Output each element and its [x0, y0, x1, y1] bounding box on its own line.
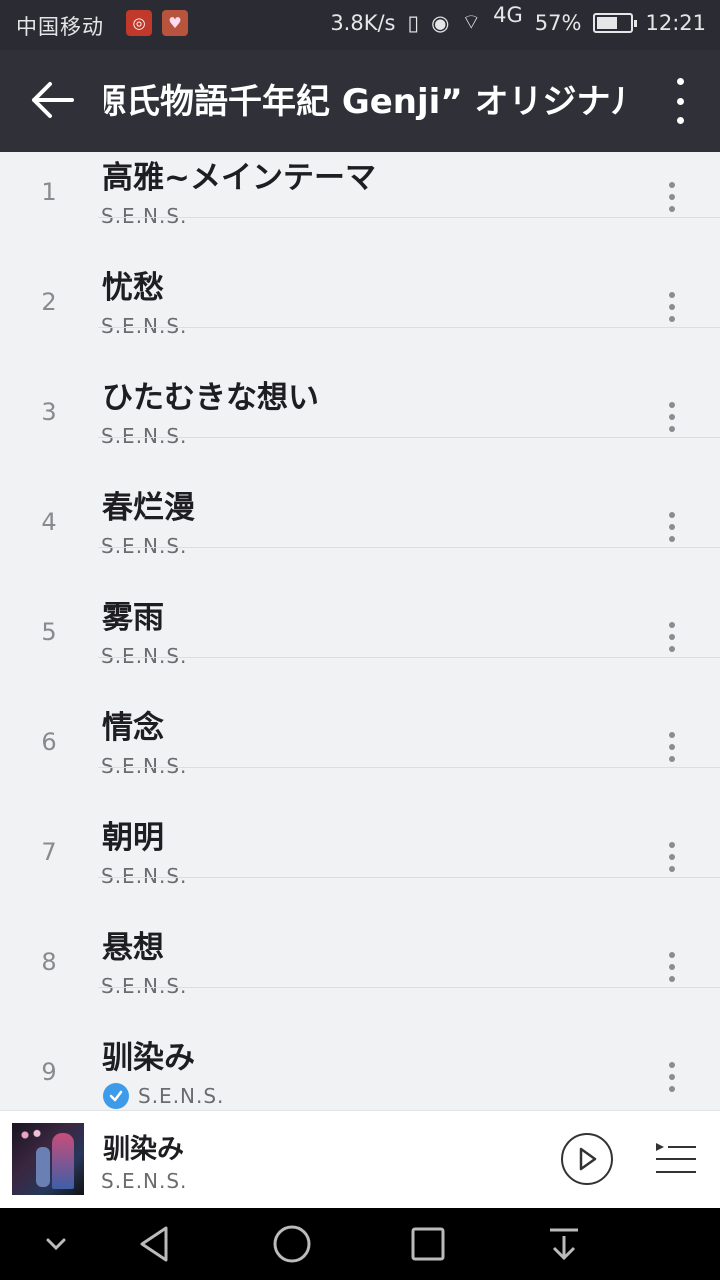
battery-percent: 57%: [534, 11, 582, 35]
playlist-queue-button[interactable]: [654, 1141, 698, 1177]
status-indicators: 3.8K/s ▯ ◉ ⌔ 4G 57% 12:21: [330, 3, 706, 36]
more-vert-icon: [669, 732, 675, 738]
battery-icon: [593, 13, 638, 33]
track-row[interactable]: 1 高雅~メインテーマ S.E.N.S.: [0, 152, 720, 228]
queue-icon: [656, 1143, 696, 1173]
track-row[interactable]: 6 情念 S.E.N.S.: [0, 658, 720, 778]
track-title: 悬想: [102, 930, 164, 966]
network-speed: 3.8K/s: [330, 11, 396, 35]
track-more-button[interactable]: [664, 732, 680, 762]
nav-back-button[interactable]: [134, 1222, 178, 1266]
track-number: 5: [41, 618, 57, 646]
more-vert-icon: [669, 182, 675, 188]
track-more-button[interactable]: [664, 182, 680, 212]
track-title: 高雅~メインテーマ: [102, 160, 376, 196]
track-number: 9: [41, 1058, 57, 1086]
track-more-button[interactable]: [664, 842, 680, 872]
track-list[interactable]: 1 高雅~メインテーマ S.E.N.S. 2 忧愁 S.E.N.S. 3 ひたむきな想い S.E…: [0, 152, 720, 1110]
clock: 12:21: [645, 11, 706, 35]
hide-nav-button[interactable]: [34, 1222, 78, 1266]
track-more-button[interactable]: [664, 1062, 680, 1092]
status-bar: 中国移动 ◎ ♥ 3.8K/s ▯ ◉ ⌔ 4G 57% 12:21: [0, 0, 720, 50]
track-number: 6: [41, 728, 57, 756]
track-row[interactable]: 3 ひたむきな想い S.E.N.S.: [0, 328, 720, 448]
track-row[interactable]: 9 驯染み S.E.N.S.: [0, 988, 720, 1109]
music-app-notification-icon: ◎: [126, 10, 152, 36]
album-title-text: 源氏物語千年紀 Genji” オリジナル・サウンドトラック: [104, 82, 624, 122]
track-title: 忧愁: [102, 270, 164, 306]
arrow-left-icon: [32, 82, 74, 118]
track-row[interactable]: 5 雾雨 S.E.N.S.: [0, 548, 720, 668]
track-number: 4: [41, 508, 57, 536]
track-artist: S.E.N.S.: [138, 1084, 225, 1108]
nav-recents-button[interactable]: [406, 1222, 450, 1266]
track-more-button[interactable]: [664, 622, 680, 652]
album-title: 源氏物語千年紀 Genji” オリジナル・サウンドトラック: [104, 76, 624, 128]
track-more-button[interactable]: [664, 952, 680, 982]
play-button[interactable]: [561, 1133, 613, 1185]
eye-icon: ◉: [431, 11, 450, 35]
more-vert-icon: [669, 292, 675, 298]
carrier-label: 中国移动: [16, 15, 104, 39]
track-row[interactable]: 7 朝明 S.E.N.S.: [0, 768, 720, 888]
back-button[interactable]: [30, 80, 78, 122]
wifi-icon: ⌔: [461, 10, 482, 34]
overflow-menu-button[interactable]: [670, 78, 690, 124]
vibrate-icon: ▯: [407, 11, 420, 35]
track-title: 雾雨: [102, 600, 164, 636]
signal-icon: 4G: [493, 3, 523, 27]
track-number: 3: [41, 398, 57, 426]
track-title: ひたむきな想い: [102, 380, 319, 416]
circle-home-icon: [273, 1225, 311, 1263]
triangle-back-icon: [140, 1226, 168, 1262]
heart-app-notification-icon: ♥: [162, 10, 188, 36]
track-more-button[interactable]: [664, 292, 680, 322]
more-vert-icon: [676, 78, 684, 85]
track-title: 春烂漫: [102, 490, 195, 526]
now-playing-title: 驯染み: [103, 1134, 184, 1165]
more-vert-icon: [669, 622, 675, 628]
play-icon: [579, 1147, 597, 1171]
track-row[interactable]: 2 忧愁 S.E.N.S.: [0, 218, 720, 338]
track-more-button[interactable]: [664, 402, 680, 432]
nav-home-button[interactable]: [270, 1222, 314, 1266]
album-cover[interactable]: [12, 1123, 84, 1195]
more-vert-icon: [669, 1062, 675, 1068]
track-title: 情念: [102, 710, 164, 746]
track-number: 7: [41, 838, 57, 866]
track-title: 驯染み: [102, 1040, 195, 1076]
more-vert-icon: [669, 842, 675, 848]
chevron-down-icon: [46, 1238, 66, 1251]
track-number: 2: [41, 288, 57, 316]
track-row[interactable]: 8 悬想 S.E.N.S.: [0, 878, 720, 998]
nav-notification-pulldown-button[interactable]: [542, 1222, 586, 1266]
system-navigation-bar: [0, 1208, 720, 1280]
track-number: 1: [41, 178, 57, 206]
track-number: 8: [41, 948, 57, 976]
more-vert-icon: [669, 952, 675, 958]
network-type: 4G: [493, 3, 523, 27]
downloaded-check-icon: [103, 1083, 129, 1109]
square-recents-icon: [411, 1227, 445, 1261]
track-title: 朝明: [102, 820, 164, 856]
now-playing-artist: S.E.N.S.: [101, 1169, 188, 1193]
pull-down-icon: [550, 1228, 578, 1261]
more-vert-icon: [669, 402, 675, 408]
track-row[interactable]: 4 春烂漫 S.E.N.S.: [0, 438, 720, 558]
more-vert-icon: [669, 512, 675, 518]
now-playing-bar[interactable]: 驯染み S.E.N.S.: [0, 1110, 720, 1209]
track-more-button[interactable]: [664, 512, 680, 542]
app-bar: 源氏物語千年紀 Genji” オリジナル・サウンドトラック: [0, 50, 720, 152]
